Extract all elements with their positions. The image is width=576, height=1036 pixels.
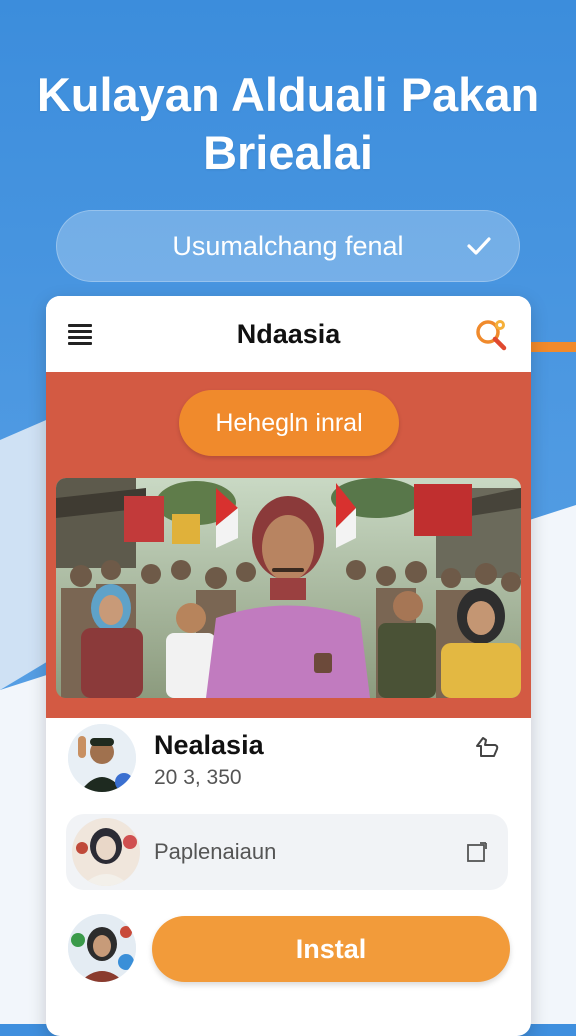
check-icon — [467, 237, 491, 255]
field-avatar-image — [72, 818, 140, 886]
hero-title-line2: Briealai — [203, 126, 373, 179]
app-avatar — [68, 724, 136, 792]
top-bar: Ndaasia — [46, 296, 531, 372]
top-bar-title: Ndaasia — [236, 319, 341, 349]
thumbs-up-icon[interactable] — [473, 732, 501, 760]
crowd-photo-illustration — [56, 478, 521, 698]
option-selector[interactable]: Usumalchang fenal — [56, 210, 520, 282]
install-avatar-image — [68, 914, 136, 982]
search-field[interactable]: Paplenaiaun — [66, 814, 508, 890]
app-avatar-image — [68, 724, 136, 792]
app-name: Nealasia — [154, 730, 264, 760]
hero-title: Kulayan Alduali Pakan Briealai — [0, 66, 576, 182]
expand-icon[interactable] — [466, 841, 488, 863]
install-button[interactable]: Instal — [152, 916, 510, 982]
app-card: Ndaasia Hehegln inral Nealasia 20 3, 350… — [46, 296, 531, 1036]
app-count: 20 3, 350 — [154, 766, 242, 789]
selector-value: Usumalchang fenal — [172, 231, 404, 261]
featured-banner: Hehegln inral — [46, 372, 531, 718]
field-avatar — [72, 818, 140, 886]
field-placeholder: Paplenaiaun — [154, 839, 277, 864]
banner-button[interactable]: Hehegln inral — [179, 390, 399, 456]
search-icon[interactable] — [473, 316, 511, 354]
featured-photo — [56, 478, 521, 698]
hero-title-line1: Kulayan Alduali Pakan — [36, 68, 540, 121]
install-avatar — [68, 914, 136, 982]
